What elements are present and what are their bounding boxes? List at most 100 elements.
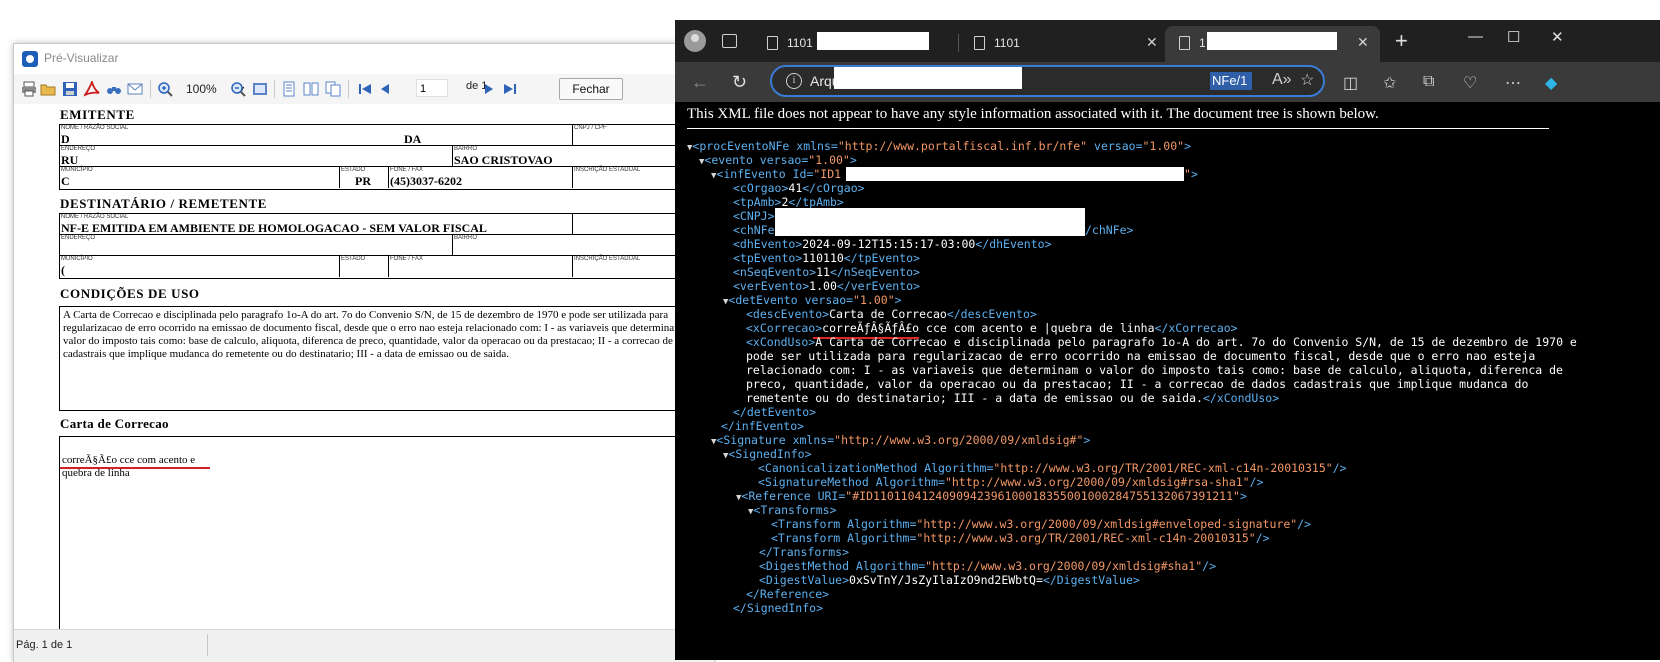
back-icon[interactable]: ← xyxy=(691,72,709,93)
tab-divider xyxy=(958,34,959,52)
xml-viewer: This XML file does not appear to have an… xyxy=(675,102,1660,660)
two-pages-icon[interactable] xyxy=(303,81,319,97)
first-page-icon[interactable] xyxy=(357,81,373,97)
xml-line: <DigestMethod Algorithm="http://www.w3.o… xyxy=(759,559,1217,573)
zoom-in-icon[interactable] xyxy=(157,81,173,97)
print-icon[interactable] xyxy=(21,81,37,97)
xml-line: <Transform Algorithm="http://www.w3.org/… xyxy=(771,531,1270,545)
redacted-area xyxy=(817,32,929,50)
toolbar-divider xyxy=(150,80,151,98)
close-tab-icon[interactable]: ✕ xyxy=(1146,34,1158,51)
zoom-value: 100% xyxy=(186,82,217,96)
document-icon xyxy=(974,36,985,50)
emitente-header: EMITENTE xyxy=(60,107,135,122)
toolbar-divider xyxy=(274,80,275,98)
zoom-out-icon[interactable] xyxy=(230,81,246,97)
xml-line: remetente ou do destinatario; III - a da… xyxy=(746,391,1280,405)
field-label: MUNICÍPIO xyxy=(61,256,93,262)
xml-line: relacionado com: I - as variaveis que de… xyxy=(746,363,1563,377)
tab-3-active[interactable]: 1 ✕ xyxy=(1165,26,1380,62)
xml-line: <tpEvento>110110</tpEvento> xyxy=(733,251,920,265)
collections-icon[interactable]: ⧉ xyxy=(1423,73,1434,91)
destinatario-header: DESTINATÁRIO / REMETENTE xyxy=(60,196,268,211)
browser-window: 1101 1101 ✕ 1 ✕ + — ☐ ✕ ← ↻ i Arqu NFe/1… xyxy=(675,20,1660,660)
field-label: INSCRIÇÃO ESTADUAL xyxy=(574,167,641,173)
tab-2[interactable]: 1101 ✕ xyxy=(960,26,1160,62)
divider xyxy=(452,145,453,166)
open-folder-icon[interactable] xyxy=(40,81,56,97)
preview-toolbar: 100% ▼ 1 de 1 Fechar xyxy=(14,74,714,105)
divider xyxy=(339,255,340,277)
red-underline-annotation xyxy=(60,467,210,469)
tab-actions-icon[interactable] xyxy=(722,34,737,48)
single-page-icon[interactable] xyxy=(281,81,297,97)
redacted-area xyxy=(1207,32,1337,50)
find-icon[interactable] xyxy=(106,81,122,97)
refresh-icon[interactable]: ↻ xyxy=(732,72,747,93)
tab-1[interactable]: 1101 xyxy=(753,26,953,62)
new-tab-icon[interactable]: + xyxy=(1395,28,1408,54)
tab-label: 1101 xyxy=(787,36,813,50)
redacted-area xyxy=(86,152,256,164)
condicoes-header: CONDIÇÕES DE USO xyxy=(60,286,200,301)
field-label: ESTADO xyxy=(341,256,366,262)
divider xyxy=(388,255,389,277)
browser-essentials-icon[interactable]: ♡ xyxy=(1463,73,1477,93)
minimize-icon[interactable]: — xyxy=(1468,28,1483,45)
fit-page-icon[interactable] xyxy=(252,81,268,97)
page-status: Pág. 1 de 1 xyxy=(16,639,73,651)
xml-line: <CanonicalizationMethod Algorithm="http:… xyxy=(758,461,1347,475)
close-button[interactable]: Fechar xyxy=(559,78,623,100)
carta-correcao-header: Carta de Correcao xyxy=(60,416,169,431)
last-page-icon[interactable] xyxy=(502,81,518,97)
address-bar[interactable]: i Arqu NFe/1 A» ☆ xyxy=(770,65,1325,97)
copilot-icon[interactable]: ◆ xyxy=(1545,73,1557,93)
previous-page-icon[interactable] xyxy=(377,81,393,97)
preview-window: Pré-Visualizar — 100% ▼ 1 de 1 Fechar EM… xyxy=(13,43,715,662)
tab-label: 1101 xyxy=(994,36,1020,50)
tab-bar: 1101 1101 ✕ 1 ✕ + — ☐ ✕ xyxy=(675,20,1660,62)
maximize-icon[interactable]: ☐ xyxy=(1507,28,1520,46)
field-label: FONE / FAX xyxy=(390,167,424,173)
divider xyxy=(572,213,573,234)
xml-line: </Reference> xyxy=(746,587,830,601)
xml-line: <Transform Algorithm="http://www.w3.org/… xyxy=(771,517,1312,531)
emitente-municipio: C xyxy=(61,174,70,188)
next-page-icon[interactable] xyxy=(481,81,497,97)
more-menu-icon[interactable]: ⋯ xyxy=(1505,73,1521,93)
close-window-icon[interactable]: ✕ xyxy=(1551,28,1564,46)
field-label: INSCRIÇÃO ESTADUAL xyxy=(574,256,641,262)
emitente-address: RU xyxy=(61,153,79,167)
favorites-icon[interactable]: ✩ xyxy=(1383,73,1396,93)
pdf-icon[interactable] xyxy=(84,81,100,97)
close-tab-icon[interactable]: ✕ xyxy=(1357,34,1369,51)
save-icon[interactable] xyxy=(62,81,78,97)
page-number-input[interactable]: 1 xyxy=(416,79,448,97)
profile-avatar[interactable] xyxy=(684,30,706,52)
xml-line: <descEvento>Carta de Correcao</descEvent… xyxy=(746,307,1037,321)
xml-line: /chNFe> xyxy=(1085,223,1134,237)
multi-page-icon[interactable] xyxy=(325,81,341,97)
email-icon[interactable] xyxy=(127,81,143,97)
field-label: ESTADO xyxy=(341,167,366,173)
preview-title: Pré-Visualizar xyxy=(44,51,119,65)
destinatario-name: NF-E EMITIDA EM AMBIENTE DE HOMOLOGACAO … xyxy=(61,221,487,235)
read-aloud-icon[interactable]: A» xyxy=(1272,71,1292,89)
favorite-star-icon[interactable]: ☆ xyxy=(1300,70,1314,90)
xml-line: </detEvento> xyxy=(733,405,817,419)
status-bar: Pág. 1 de 1 xyxy=(14,629,714,662)
field-label: BAIRRO xyxy=(454,146,478,152)
xml-line: "> xyxy=(1184,167,1198,181)
info-icon[interactable]: i xyxy=(786,73,802,89)
xml-line: <nSeqEvento>11</nSeqEvento> xyxy=(733,265,920,279)
xml-line: pode ser utilizada para regularizacao de… xyxy=(746,349,1536,363)
xml-line: </Transforms> xyxy=(759,545,850,559)
divider xyxy=(388,166,389,188)
emitente-bairro: SAO CRISTOVAO xyxy=(454,153,553,167)
redacted-area xyxy=(775,208,1085,236)
document-icon xyxy=(767,36,778,50)
xml-line: <xCorrecao>correÃƒÂ§ÃƒÂ£o cce com acento… xyxy=(746,321,1238,335)
tab-label: 1 xyxy=(1199,36,1206,50)
toolbar-divider xyxy=(348,80,349,98)
split-screen-icon[interactable]: ◫ xyxy=(1343,73,1358,93)
